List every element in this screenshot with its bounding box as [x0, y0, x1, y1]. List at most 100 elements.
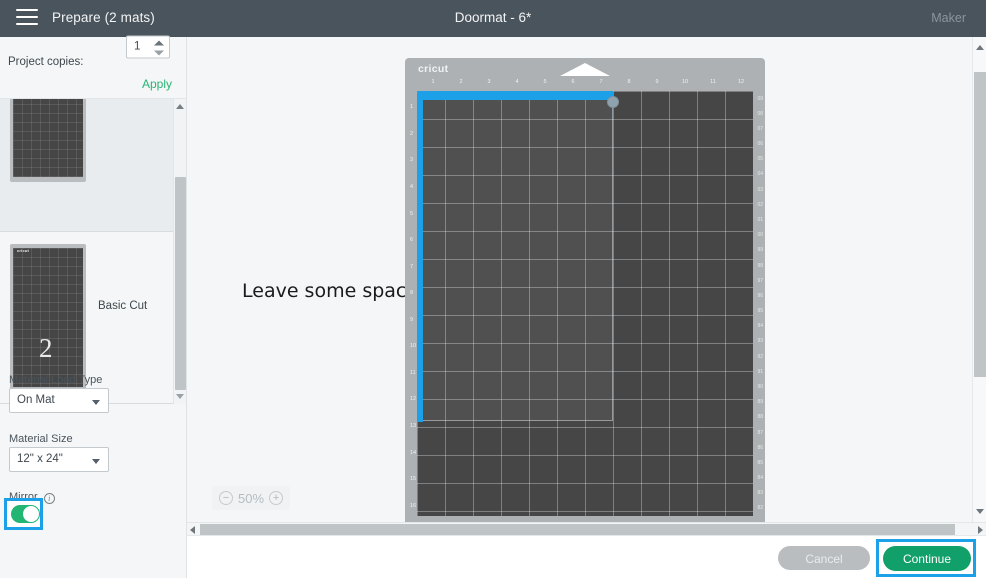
app-root: Prepare (2 mats) Doormat - 6* Maker Proj… [0, 0, 986, 578]
material-load-type-label: Material Load Type [9, 374, 103, 386]
ruler-right-tick: 09 [757, 95, 763, 102]
ruler-top-tick: 10 [681, 79, 689, 85]
mat-tab-icon [560, 63, 610, 76]
mat-thumbnail-2-brand: cricut [17, 248, 30, 253]
mirror-toggle[interactable] [11, 505, 40, 523]
ruler-top-tick: 5 [543, 79, 547, 85]
ruler-right-tick: 01 [757, 217, 763, 224]
apply-button[interactable]: Apply [142, 77, 172, 91]
ruler-left-tick: 3 [410, 157, 414, 164]
mat-thumbnail-list[interactable]: cricut GOOD cricut HELLO 2 Basic Cut [0, 99, 180, 404]
ruler-right-tick: 84 [757, 475, 763, 482]
mat-thumbnail-2-surface: cricut HELLO 2 [13, 248, 83, 387]
ruler-top-tick: 1 [431, 79, 435, 85]
ruler-left-tick: 16 [410, 502, 417, 509]
ruler-right-tick: 98 [757, 262, 763, 269]
ruler-left-tick: 9 [410, 316, 414, 323]
canvas-horizontal-scrollbar[interactable] [187, 522, 986, 535]
sidebar-scrollbar[interactable] [173, 99, 186, 404]
cricut-logo: cricut [418, 63, 449, 75]
selection-bar-top[interactable] [417, 91, 613, 100]
sidebar-scrollbar-thumb[interactable] [175, 177, 186, 390]
stepper-arrows[interactable] [154, 39, 165, 58]
scroll-down-icon[interactable] [976, 509, 984, 514]
cancel-button[interactable]: Cancel [778, 546, 870, 570]
mat-list-item-1[interactable]: cricut GOOD [0, 99, 180, 232]
ruler-left-tick: 2 [410, 130, 414, 137]
ruler-right-tick: 87 [757, 429, 763, 436]
ruler-right-tick: 07 [757, 125, 763, 132]
ruler-right-tick: 02 [757, 201, 763, 208]
mat-thumbnail-2[interactable]: cricut HELLO 2 [10, 244, 86, 392]
ruler-right-tick: 83 [757, 490, 763, 497]
mirror-toggle-highlight [4, 498, 43, 530]
scroll-up-icon[interactable] [976, 45, 984, 50]
mat-ruler-right: 09 08 07 06 05 04 03 02 01 00 99 98 97 96 95 94 93 92 91 90… [752, 91, 764, 516]
cutting-mat[interactable]: cricut 1 2 3 4 5 6 7 8 9 10 11 12 1 2 3 4 5 6 7 8 9 10 11 12 13… [405, 58, 765, 522]
material-load-type-select[interactable]: On Mat [9, 388, 109, 413]
top-app-bar: Prepare (2 mats) Doormat - 6* Maker [0, 0, 986, 37]
mat-thumbnail-2-grid [13, 248, 83, 387]
ruler-right-tick: 91 [757, 368, 763, 375]
ruler-top-tick: 2 [459, 79, 463, 85]
ruler-left-tick: 11 [410, 369, 416, 376]
selection-bar-left[interactable] [417, 91, 423, 422]
scroll-left-icon[interactable] [190, 526, 195, 534]
material-size-select[interactable]: 12" x 24" [9, 447, 109, 472]
ruler-top-tick: 9 [655, 79, 659, 85]
ruler-left-tick: 15 [410, 476, 417, 483]
zoom-in-icon[interactable]: + [269, 491, 284, 505]
continue-button[interactable]: Continue [883, 546, 971, 571]
annotation-left: Leave some space [242, 280, 419, 302]
selection-region[interactable] [417, 91, 619, 422]
mat-ruler-left: 1 2 3 4 5 6 7 8 9 10 11 12 13 14 15 16 [407, 91, 417, 516]
ruler-right-tick: 97 [757, 277, 763, 284]
ruler-top-tick: 12 [737, 79, 745, 85]
ruler-right-tick: 00 [757, 232, 763, 239]
mat-thumbnail-2-art: HELLO [13, 248, 17, 370]
canvas-hscrollbar-thumb[interactable] [200, 524, 955, 535]
project-copies-stepper[interactable]: 1 [126, 35, 170, 59]
ruler-right-tick: 96 [757, 292, 763, 299]
chevron-down-icon [92, 459, 100, 464]
ruler-top-tick: 8 [627, 79, 631, 85]
canvas-vertical-scrollbar[interactable] [972, 37, 986, 532]
ruler-left-tick: 6 [410, 237, 414, 244]
ruler-left-tick: 5 [410, 210, 414, 217]
rotate-handle-icon[interactable] [607, 96, 619, 108]
mat-thumbnail-1-grid [13, 99, 83, 177]
ruler-left-tick: 12 [410, 396, 417, 403]
material-load-type-value: On Mat [17, 394, 55, 406]
stepper-increment-icon[interactable] [154, 40, 164, 46]
ruler-right-tick: 88 [757, 414, 763, 421]
sidebar-footer [0, 535, 187, 578]
ruler-left-tick: 8 [410, 290, 414, 297]
ruler-right-tick: 04 [757, 171, 763, 178]
ruler-top-tick: 11 [710, 79, 716, 85]
ruler-right-tick: 99 [757, 247, 763, 254]
mat-thumbnail-1-art: GOOD [13, 99, 17, 122]
scroll-down-icon[interactable] [176, 394, 184, 399]
canvas-scrollbar-thumb[interactable] [974, 72, 986, 377]
ruler-left-tick: 13 [410, 423, 417, 430]
zoom-control[interactable]: − 50% + [212, 486, 291, 510]
info-icon[interactable]: i [43, 493, 55, 504]
project-copies-panel: Project copies: 1 Apply [0, 35, 186, 99]
zoom-out-icon[interactable]: − [219, 491, 233, 505]
zoom-level: 50% [238, 490, 265, 506]
continue-button-highlight: Continue [876, 539, 976, 577]
mat-thumbnail-1[interactable]: cricut GOOD [10, 99, 86, 182]
stepper-decrement-icon[interactable] [154, 50, 164, 56]
mat-canvas[interactable]: Leave some space Leave some space cricut… [187, 37, 986, 532]
ruler-right-tick: 06 [757, 141, 763, 148]
ruler-left-tick: 14 [410, 449, 417, 456]
scroll-right-icon[interactable] [978, 526, 983, 534]
ruler-right-tick: 95 [757, 308, 763, 315]
material-size-value: 12" x 24" [17, 453, 63, 465]
scroll-up-icon[interactable] [176, 104, 184, 109]
project-copies-label: Project copies: [8, 56, 84, 68]
ruler-left-tick: 7 [410, 263, 414, 270]
ruler-right-tick: 82 [757, 505, 763, 512]
mat-operation-label: Basic Cut [98, 300, 148, 312]
mat-grid-surface[interactable]: HELLO [417, 91, 753, 516]
